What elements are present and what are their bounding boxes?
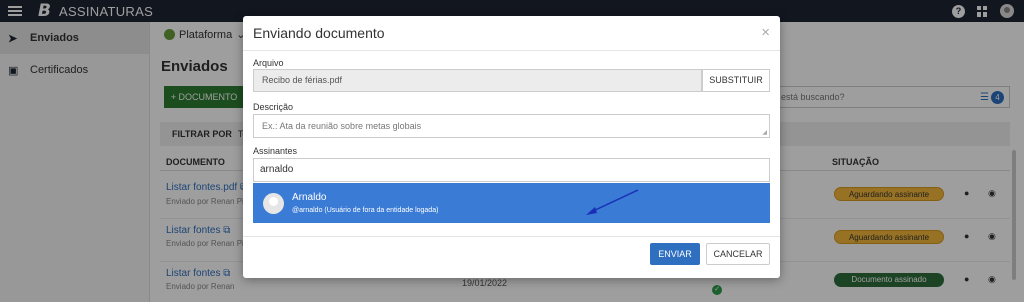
send-button[interactable]: ENVIAR [650, 243, 700, 265]
description-label: Descrição [253, 102, 294, 112]
pointer-arrow-icon [586, 189, 639, 215]
description-field[interactable]: Ex.: Ata da reunião sobre metas globais … [253, 114, 770, 138]
signers-input[interactable]: arnaldo [253, 158, 770, 182]
send-document-dialog: Enviando documento × Arquivo Recibo de f… [243, 16, 780, 278]
dialog-footer-divider [243, 236, 780, 237]
close-icon[interactable]: × [761, 24, 770, 41]
suggestion-detail: @arnaldo (Usuário de fora da entidade lo… [292, 207, 439, 214]
cancel-button[interactable]: CANCELAR [706, 243, 770, 265]
dialog-title: Enviando documento [253, 25, 385, 41]
file-label: Arquivo [253, 58, 284, 68]
description-placeholder: Ex.: Ata da reunião sobre metas globais [262, 121, 422, 131]
signers-label: Assinantes [253, 146, 298, 156]
signer-suggestion-item[interactable]: Arnaldo @arnaldo (Usuário de fora da ent… [253, 183, 770, 223]
replace-file-button[interactable]: SUBSTITUIR [702, 69, 770, 92]
suggestion-name: Arnaldo [292, 192, 327, 203]
avatar [263, 192, 284, 214]
resize-handle-icon[interactable]: ◢ [762, 130, 767, 136]
dialog-header-divider [243, 50, 780, 51]
file-field: Recibo de férias.pdf [253, 69, 702, 92]
